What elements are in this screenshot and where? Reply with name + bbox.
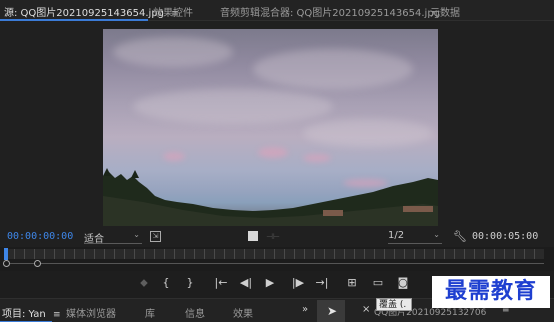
tab-effect-controls[interactable]: 效果控件 [153, 4, 193, 19]
chevron-down-icon: ⌄ [133, 230, 140, 239]
pointer-icon: ➤ [327, 304, 338, 318]
step-back-icon[interactable]: ◀| [238, 276, 254, 289]
overwrite-icon[interactable]: ▭ [370, 276, 386, 289]
close-icon[interactable]: × [362, 304, 370, 315]
play-icon[interactable]: ▶ [262, 276, 278, 289]
zoom-bar[interactable] [4, 263, 544, 264]
playhead[interactable] [4, 248, 8, 260]
resolution-value: 1/2 [388, 230, 405, 241]
preview-image [103, 29, 438, 226]
monitor-controls-row: 00:00:00:00 适合 ⌄ ⇲ ⊣⊢ 1/2 ⌄ 🔧︎ 00:00:05:… [0, 227, 554, 247]
timeline-scrubber[interactable] [0, 247, 554, 271]
overwrite-tooltip: 覆盖 (. [376, 298, 412, 311]
mark-in-icon[interactable]: { [158, 276, 174, 289]
marker-icon[interactable]: ⬥ [136, 276, 152, 290]
selection-tool-button[interactable]: ➤ [317, 300, 345, 322]
source-monitor [0, 21, 554, 227]
go-to-in-icon[interactable]: |← [213, 276, 229, 289]
camera-icon[interactable]: ◙ [395, 276, 411, 289]
time-ruler[interactable] [4, 249, 544, 259]
watermark-logo: 最需教育 [432, 276, 550, 308]
tab-info[interactable]: 信息 [185, 305, 205, 320]
tab-project[interactable]: 项目: Yan ≡ [2, 305, 60, 320]
panel-menu-icon[interactable]: ≡ [53, 310, 61, 320]
tab-metadata[interactable]: 元数据 [430, 4, 460, 19]
fit-dropdown-value: 适合 [84, 234, 104, 245]
treeline-silhouette [103, 168, 438, 226]
fit-dropdown[interactable]: 适合 ⌄ [84, 230, 142, 245]
wrench-icon[interactable]: 🔧︎ [453, 230, 467, 243]
step-forward-icon[interactable]: |▶ [290, 276, 306, 289]
tab-libraries[interactable]: 库 [145, 305, 155, 320]
overflow-chevron-icon[interactable]: » [302, 304, 308, 315]
zoom-handle-left[interactable] [3, 260, 10, 267]
playhead-timecode[interactable]: 00:00:00:00 [7, 231, 73, 242]
tab-audio-clip-mixer[interactable]: 音频剪辑混合器: QQ图片20210925143654.jpg [220, 4, 440, 19]
tab-effects[interactable]: 效果 [233, 305, 253, 320]
go-to-out-icon[interactable]: →| [314, 276, 330, 289]
insert-icon[interactable]: ⊞ [344, 276, 360, 289]
playback-resolution-dropdown[interactable]: 1/2 ⌄ [388, 230, 442, 244]
zoom-handle-right[interactable] [34, 260, 41, 267]
mark-out-icon[interactable]: } [182, 276, 198, 289]
drag-audio-icon[interactable]: ⊣⊢ [266, 232, 280, 241]
tab-source-label: 源: QQ图片20210925143654.jpg [4, 8, 165, 19]
tab-media-browser[interactable]: 媒体浏览器 [66, 305, 116, 320]
safe-margins-icon[interactable]: ⇲ [150, 231, 161, 242]
drag-video-icon[interactable] [248, 231, 258, 241]
chevron-down-icon: ⌄ [433, 230, 440, 239]
duration-timecode: 00:00:05:00 [472, 231, 539, 242]
tab-project-label: 项目: Yan [2, 309, 46, 320]
source-panel-tabbar: 源: QQ图片20210925143654.jpg ≡ 效果控件 音频剪辑混合器… [0, 0, 554, 21]
